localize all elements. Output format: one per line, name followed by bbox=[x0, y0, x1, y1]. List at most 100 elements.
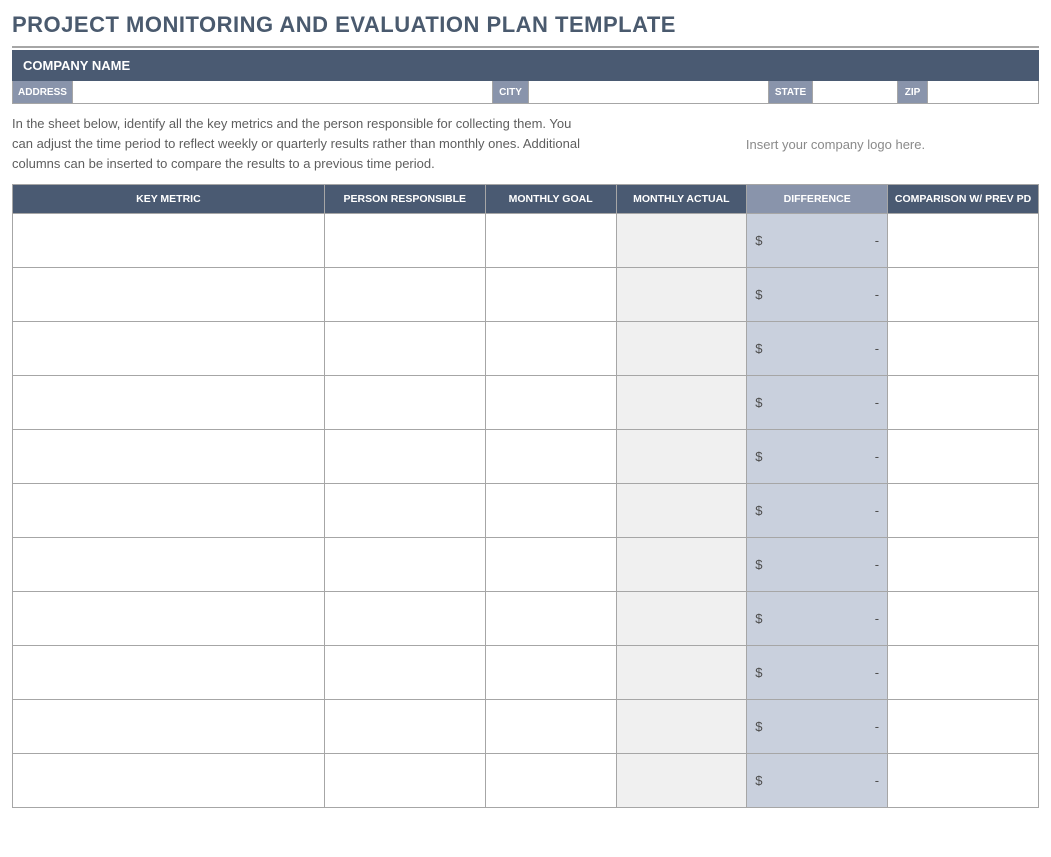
cell-key-metric[interactable] bbox=[13, 484, 325, 538]
table-row: $- bbox=[13, 592, 1039, 646]
cell-goal[interactable] bbox=[485, 214, 616, 268]
cell-person[interactable] bbox=[324, 484, 485, 538]
diff-dash: - bbox=[875, 341, 879, 356]
cell-key-metric[interactable] bbox=[13, 268, 325, 322]
intro-text: In the sheet below, identify all the key… bbox=[12, 114, 592, 174]
cell-person[interactable] bbox=[324, 646, 485, 700]
cell-person[interactable] bbox=[324, 268, 485, 322]
cell-actual[interactable] bbox=[616, 754, 747, 808]
cell-comparison[interactable] bbox=[888, 592, 1039, 646]
cell-key-metric[interactable] bbox=[13, 322, 325, 376]
cell-actual[interactable] bbox=[616, 376, 747, 430]
cell-goal[interactable] bbox=[485, 484, 616, 538]
cell-key-metric[interactable] bbox=[13, 538, 325, 592]
cell-key-metric[interactable] bbox=[13, 646, 325, 700]
metrics-table: KEY METRIC PERSON RESPONSIBLE MONTHLY GO… bbox=[12, 184, 1039, 808]
cell-person[interactable] bbox=[324, 700, 485, 754]
address-row: ADDRESS CITY STATE ZIP bbox=[12, 81, 1039, 104]
diff-dash: - bbox=[875, 557, 879, 572]
cell-key-metric[interactable] bbox=[13, 376, 325, 430]
state-label: STATE bbox=[769, 81, 813, 103]
cell-person[interactable] bbox=[324, 376, 485, 430]
cell-comparison[interactable] bbox=[888, 484, 1039, 538]
cell-actual[interactable] bbox=[616, 484, 747, 538]
table-row: $- bbox=[13, 430, 1039, 484]
header-comparison: COMPARISON W/ PREV PD bbox=[888, 185, 1039, 214]
table-row: $- bbox=[13, 484, 1039, 538]
cell-difference: $- bbox=[747, 754, 888, 808]
cell-key-metric[interactable] bbox=[13, 700, 325, 754]
cell-goal[interactable] bbox=[485, 700, 616, 754]
table-row: $- bbox=[13, 322, 1039, 376]
cell-goal[interactable] bbox=[485, 646, 616, 700]
header-goal: MONTHLY GOAL bbox=[485, 185, 616, 214]
diff-currency: $ bbox=[755, 233, 762, 248]
diff-dash: - bbox=[875, 719, 879, 734]
table-header-row: KEY METRIC PERSON RESPONSIBLE MONTHLY GO… bbox=[13, 185, 1039, 214]
header-person: PERSON RESPONSIBLE bbox=[324, 185, 485, 214]
cell-comparison[interactable] bbox=[888, 376, 1039, 430]
cell-comparison[interactable] bbox=[888, 646, 1039, 700]
cell-comparison[interactable] bbox=[888, 754, 1039, 808]
cell-actual[interactable] bbox=[616, 430, 747, 484]
diff-currency: $ bbox=[755, 503, 762, 518]
cell-difference: $- bbox=[747, 430, 888, 484]
cell-key-metric[interactable] bbox=[13, 754, 325, 808]
table-row: $- bbox=[13, 646, 1039, 700]
diff-currency: $ bbox=[755, 665, 762, 680]
diff-dash: - bbox=[875, 665, 879, 680]
cell-actual[interactable] bbox=[616, 700, 747, 754]
cell-difference: $- bbox=[747, 538, 888, 592]
cell-comparison[interactable] bbox=[888, 322, 1039, 376]
cell-actual[interactable] bbox=[616, 646, 747, 700]
zip-label: ZIP bbox=[898, 81, 928, 103]
cell-actual[interactable] bbox=[616, 322, 747, 376]
cell-key-metric[interactable] bbox=[13, 592, 325, 646]
company-name-bar: COMPANY NAME bbox=[12, 50, 1039, 81]
cell-difference: $- bbox=[747, 376, 888, 430]
cell-goal[interactable] bbox=[485, 430, 616, 484]
diff-dash: - bbox=[875, 287, 879, 302]
diff-dash: - bbox=[875, 611, 879, 626]
cell-key-metric[interactable] bbox=[13, 430, 325, 484]
table-row: $- bbox=[13, 214, 1039, 268]
cell-actual[interactable] bbox=[616, 592, 747, 646]
header-actual: MONTHLY ACTUAL bbox=[616, 185, 747, 214]
cell-comparison[interactable] bbox=[888, 538, 1039, 592]
cell-actual[interactable] bbox=[616, 214, 747, 268]
cell-person[interactable] bbox=[324, 322, 485, 376]
cell-goal[interactable] bbox=[485, 592, 616, 646]
table-row: $- bbox=[13, 700, 1039, 754]
cell-goal[interactable] bbox=[485, 322, 616, 376]
state-input[interactable] bbox=[813, 81, 898, 103]
cell-key-metric[interactable] bbox=[13, 214, 325, 268]
cell-difference: $- bbox=[747, 646, 888, 700]
cell-comparison[interactable] bbox=[888, 430, 1039, 484]
city-input[interactable] bbox=[529, 81, 769, 103]
cell-person[interactable] bbox=[324, 754, 485, 808]
cell-actual[interactable] bbox=[616, 538, 747, 592]
cell-comparison[interactable] bbox=[888, 700, 1039, 754]
intro-row: In the sheet below, identify all the key… bbox=[12, 114, 1039, 174]
cell-person[interactable] bbox=[324, 592, 485, 646]
diff-currency: $ bbox=[755, 449, 762, 464]
diff-currency: $ bbox=[755, 341, 762, 356]
diff-dash: - bbox=[875, 449, 879, 464]
cell-goal[interactable] bbox=[485, 538, 616, 592]
cell-person[interactable] bbox=[324, 538, 485, 592]
cell-difference: $- bbox=[747, 484, 888, 538]
diff-dash: - bbox=[875, 233, 879, 248]
cell-goal[interactable] bbox=[485, 376, 616, 430]
cell-person[interactable] bbox=[324, 214, 485, 268]
cell-actual[interactable] bbox=[616, 268, 747, 322]
cell-person[interactable] bbox=[324, 430, 485, 484]
cell-comparison[interactable] bbox=[888, 268, 1039, 322]
cell-comparison[interactable] bbox=[888, 214, 1039, 268]
cell-goal[interactable] bbox=[485, 754, 616, 808]
address-input[interactable] bbox=[73, 81, 493, 103]
table-row: $- bbox=[13, 754, 1039, 808]
zip-input[interactable] bbox=[928, 81, 1038, 103]
table-row: $- bbox=[13, 538, 1039, 592]
diff-dash: - bbox=[875, 773, 879, 788]
cell-goal[interactable] bbox=[485, 268, 616, 322]
